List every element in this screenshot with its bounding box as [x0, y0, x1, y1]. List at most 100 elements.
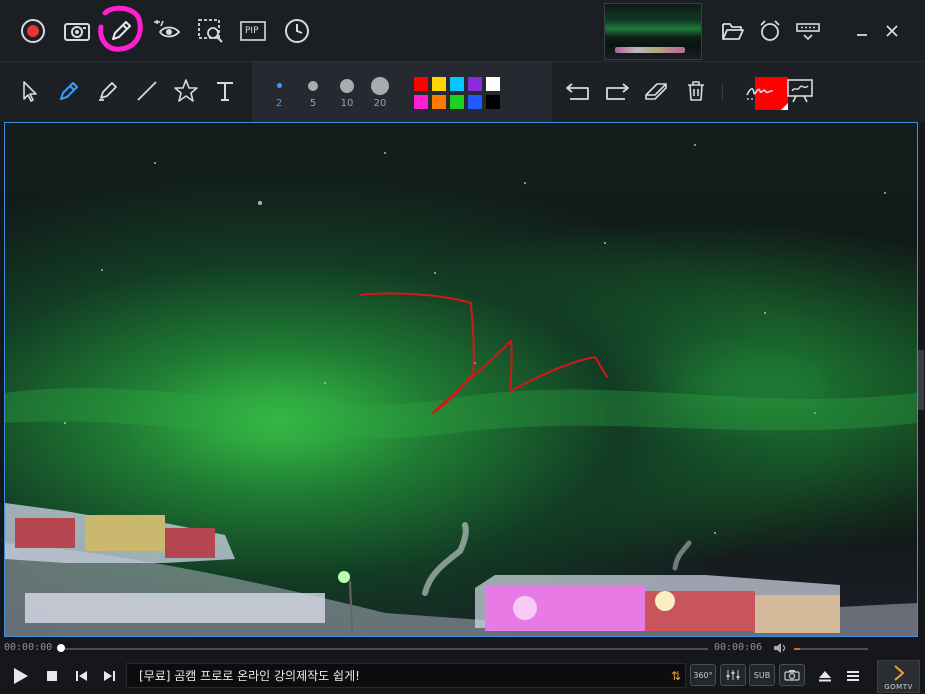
color-swatch[interactable] [450, 77, 464, 91]
video-canvas[interactable] [4, 122, 918, 637]
side-scroll-handle[interactable] [918, 350, 924, 410]
close-button[interactable] [875, 14, 909, 48]
preview-thumbnail[interactable] [604, 3, 702, 60]
capture-button[interactable] [779, 664, 805, 686]
whiteboard-icon [787, 79, 813, 103]
top-toolbar: PIP [0, 0, 925, 61]
clock-icon [285, 19, 309, 43]
handwriting-button[interactable] [745, 76, 775, 106]
alarm-clock-icon [760, 20, 780, 41]
brush-size-panel: 2 5 10 20 [252, 62, 788, 122]
camera-icon [64, 23, 90, 41]
color-swatch[interactable] [486, 95, 500, 109]
color-swatch[interactable] [450, 95, 464, 109]
gomtv-button[interactable]: GOMTV [877, 660, 920, 693]
clear-all-button[interactable] [681, 76, 711, 106]
volume-fill [794, 648, 800, 650]
size-dot [308, 81, 318, 91]
play-icon [14, 668, 28, 684]
control-bar: [무료] 곰캠 프로로 온라인 강의제작도 쉽게! ⇅ 360° SUB GOM… [0, 658, 925, 694]
promo-ticker[interactable]: [무료] 곰캠 프로로 온라인 강의제작도 쉽게! ⇅ [126, 663, 686, 688]
size-label: 20 [373, 98, 387, 109]
eject-icon [819, 671, 831, 682]
open-folder-button[interactable] [716, 14, 750, 48]
equalizer-icon [726, 670, 740, 680]
close-icon [886, 25, 898, 37]
pip-label: PIP [245, 26, 259, 36]
record-button[interactable] [16, 14, 50, 48]
size-option-20[interactable]: 20 [365, 72, 395, 116]
cursor-arrow-icon [23, 81, 37, 102]
color-swatch[interactable] [414, 77, 428, 91]
volume-icon[interactable] [773, 642, 787, 654]
color-swatch[interactable] [414, 95, 428, 109]
eject-button[interactable] [815, 666, 835, 686]
minimize-icon [857, 34, 867, 36]
shape-tool-button[interactable] [171, 76, 201, 106]
size-dot [340, 79, 354, 93]
list-icon [847, 671, 859, 681]
color-swatch[interactable] [468, 77, 482, 91]
size-option-5[interactable]: 5 [298, 72, 328, 116]
color-swatch[interactable] [486, 77, 500, 91]
signature-icon [746, 87, 774, 100]
seek-knob[interactable] [57, 644, 65, 652]
region-zoom-icon [198, 19, 223, 43]
equalizer-button[interactable] [720, 664, 746, 686]
skip-previous-icon [76, 671, 87, 681]
play-button[interactable] [10, 666, 30, 686]
vr-360-button[interactable]: 360° [690, 664, 716, 686]
webcam-effect-button[interactable] [150, 14, 184, 48]
size-label: 5 [309, 98, 317, 109]
folder-icon [722, 23, 744, 40]
stop-icon [47, 671, 57, 681]
previous-button[interactable] [72, 666, 92, 686]
text-tool-button[interactable] [210, 76, 240, 106]
redo-icon [606, 83, 629, 100]
seek-bar: 00:00:00 00:00:06 [0, 638, 925, 658]
color-swatch[interactable] [432, 77, 446, 91]
size-option-2[interactable]: 2 [264, 72, 294, 116]
playlist-button[interactable] [843, 666, 863, 686]
size-dot [371, 77, 389, 95]
volume-track[interactable] [794, 648, 868, 650]
color-swatch[interactable] [468, 95, 482, 109]
draw-mode-button[interactable] [98, 5, 143, 52]
minimize-button[interactable] [845, 14, 879, 48]
line-tool-button[interactable] [132, 76, 162, 106]
next-button[interactable] [99, 666, 119, 686]
whiteboard-button[interactable] [785, 76, 815, 106]
highlighter-icon [99, 82, 117, 101]
aurora-scene [5, 144, 917, 636]
redo-button[interactable] [602, 76, 632, 106]
undo-icon [566, 83, 589, 100]
swap-arrows-icon[interactable]: ⇅ [671, 664, 681, 689]
eraser-button[interactable] [642, 76, 672, 106]
gomtv-label: GOMTV [884, 683, 913, 691]
right-building [475, 575, 840, 633]
subtitle-label: SUB [753, 670, 771, 680]
pen-tool-button[interactable] [54, 76, 84, 106]
select-tool-button[interactable] [15, 76, 45, 106]
pip-button[interactable]: PIP [236, 14, 270, 48]
menu-dropdown-button[interactable] [791, 14, 825, 48]
highlighter-tool-button[interactable] [93, 76, 123, 106]
skip-next-icon [104, 671, 115, 681]
alarm-button[interactable] [753, 14, 787, 48]
thumbnail-town-lights [615, 47, 685, 53]
camera-small-icon [784, 670, 800, 681]
record-icon [21, 19, 45, 43]
schedule-button[interactable] [280, 14, 314, 48]
color-swatch[interactable] [432, 95, 446, 109]
size-label: 2 [275, 98, 283, 109]
ticker-text: [무료] 곰캠 프로로 온라인 강의제작도 쉽게! [139, 669, 360, 683]
subtitle-button[interactable]: SUB [749, 664, 775, 686]
stop-button[interactable] [42, 666, 62, 686]
size-option-10[interactable]: 10 [332, 72, 362, 116]
menu-box-icon [796, 23, 820, 41]
region-capture-button[interactable] [194, 14, 228, 48]
undo-button[interactable] [563, 76, 593, 106]
vr-360-label: 360° [693, 670, 713, 680]
seek-track[interactable] [58, 648, 708, 650]
screenshot-button[interactable] [60, 14, 94, 48]
